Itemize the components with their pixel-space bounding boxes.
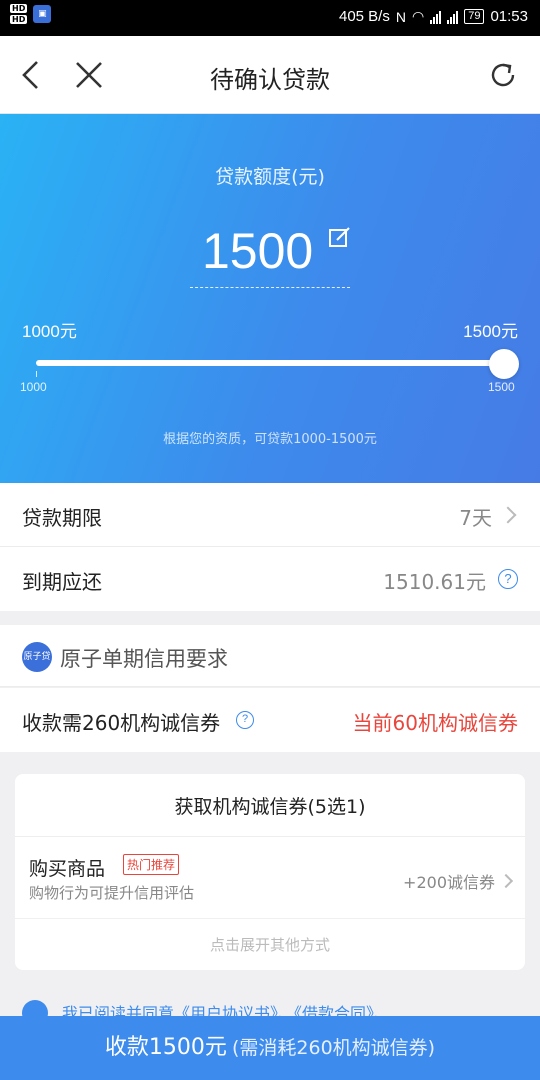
loan-amount-label: 贷款额度(元) (215, 166, 325, 188)
status-bar: HD HD ▣ 405 B/s N ◠ 79 01:53 (0, 0, 540, 36)
divider (15, 918, 525, 919)
slider-tick-min (36, 371, 37, 377)
loan-range-hint: 根据您的资质，可贷款1000-1500元 (163, 432, 377, 447)
loan-slider-track[interactable] (36, 360, 506, 366)
coupon-option-reward: +200诚信券 (403, 873, 495, 892)
coupon-card: 获取机构诚信券(5选1) 购买商品 热门推荐 购物行为可提升信用评估 +200诚… (15, 774, 525, 970)
net-speed: 405 B/s (338, 8, 390, 25)
loan-term-value: 7天 (459, 506, 492, 530)
wifi-icon: ◠ (411, 8, 425, 24)
credit-requirement-title: 原子单期信用要求 (60, 647, 228, 671)
chevron-right-icon (498, 873, 514, 889)
help-icon[interactable]: ? (498, 569, 518, 589)
submit-button[interactable]: 收款1500元 (需消耗260机构诚信券) (0, 1016, 540, 1080)
signal2-icon (447, 10, 459, 24)
loan-amount-panel: 贷款额度(元) 1500 1000元 1500元 1000 1500 根据您的资… (0, 114, 540, 483)
slider-tick-max (504, 371, 505, 377)
loan-term-row[interactable]: 贷款期限 7天 (0, 483, 540, 547)
submit-sub-label: (需消耗260机构诚信券) (232, 1037, 436, 1059)
credit-requirement-text: 收款需260机构诚信券 (22, 711, 221, 735)
hd2-badge: HD (10, 15, 28, 24)
chevron-right-icon (499, 506, 517, 524)
loan-amount-value: 1500 (202, 223, 314, 279)
due-amount-label: 到期应还 (22, 570, 102, 594)
nfc-icon: N (395, 8, 406, 25)
range-min-label: 1000元 (22, 322, 77, 341)
help-icon[interactable]: ? (236, 711, 254, 729)
coupon-card-title: 获取机构诚信券(5选1) (174, 796, 366, 818)
lender-logo: 原子贷 (22, 642, 52, 672)
hd-indicators: HD HD (10, 4, 28, 24)
expand-more-link[interactable]: 点击展开其他方式 (15, 934, 525, 955)
loan-amount-field[interactable]: 1500 (190, 220, 350, 288)
due-amount-row: 到期应还 1510.61元 ? (0, 547, 540, 611)
divider (15, 836, 525, 837)
app-notification-icon: ▣ (33, 5, 52, 23)
due-amount-value: 1510.61元 (383, 570, 486, 594)
refresh-icon[interactable] (484, 56, 522, 94)
app-header: 待确认贷款 (0, 36, 540, 114)
current-credit-text: 当前60机构诚信券 (352, 711, 518, 735)
submit-main-label: 收款1500元 (104, 1035, 227, 1060)
loan-term-label: 贷款期限 (22, 506, 102, 530)
slider-min-value: 1000 (20, 380, 47, 394)
coupon-option-title: 购买商品 (29, 858, 106, 880)
signal-icon (430, 10, 442, 24)
page-title: 待确认贷款 (210, 66, 330, 94)
credit-requirement-row: 收款需260机构诚信券 ? 当前60机构诚信券 (0, 688, 540, 752)
hd1-badge: HD (10, 4, 28, 13)
coupon-option-subtitle: 购物行为可提升信用评估 (29, 884, 195, 902)
battery-icon: 79 (464, 9, 485, 24)
credit-requirement-header: 原子贷 原子单期信用要求 (0, 625, 540, 687)
clock: 01:53 (490, 8, 528, 25)
status-right: 405 B/s N ◠ 79 01:53 (339, 8, 528, 25)
range-max-label: 1500元 (463, 322, 518, 341)
hot-badge: 热门推荐 (123, 854, 180, 875)
slider-max-value: 1500 (488, 380, 515, 394)
edit-icon[interactable] (328, 226, 352, 250)
status-left: HD HD ▣ (10, 4, 52, 24)
